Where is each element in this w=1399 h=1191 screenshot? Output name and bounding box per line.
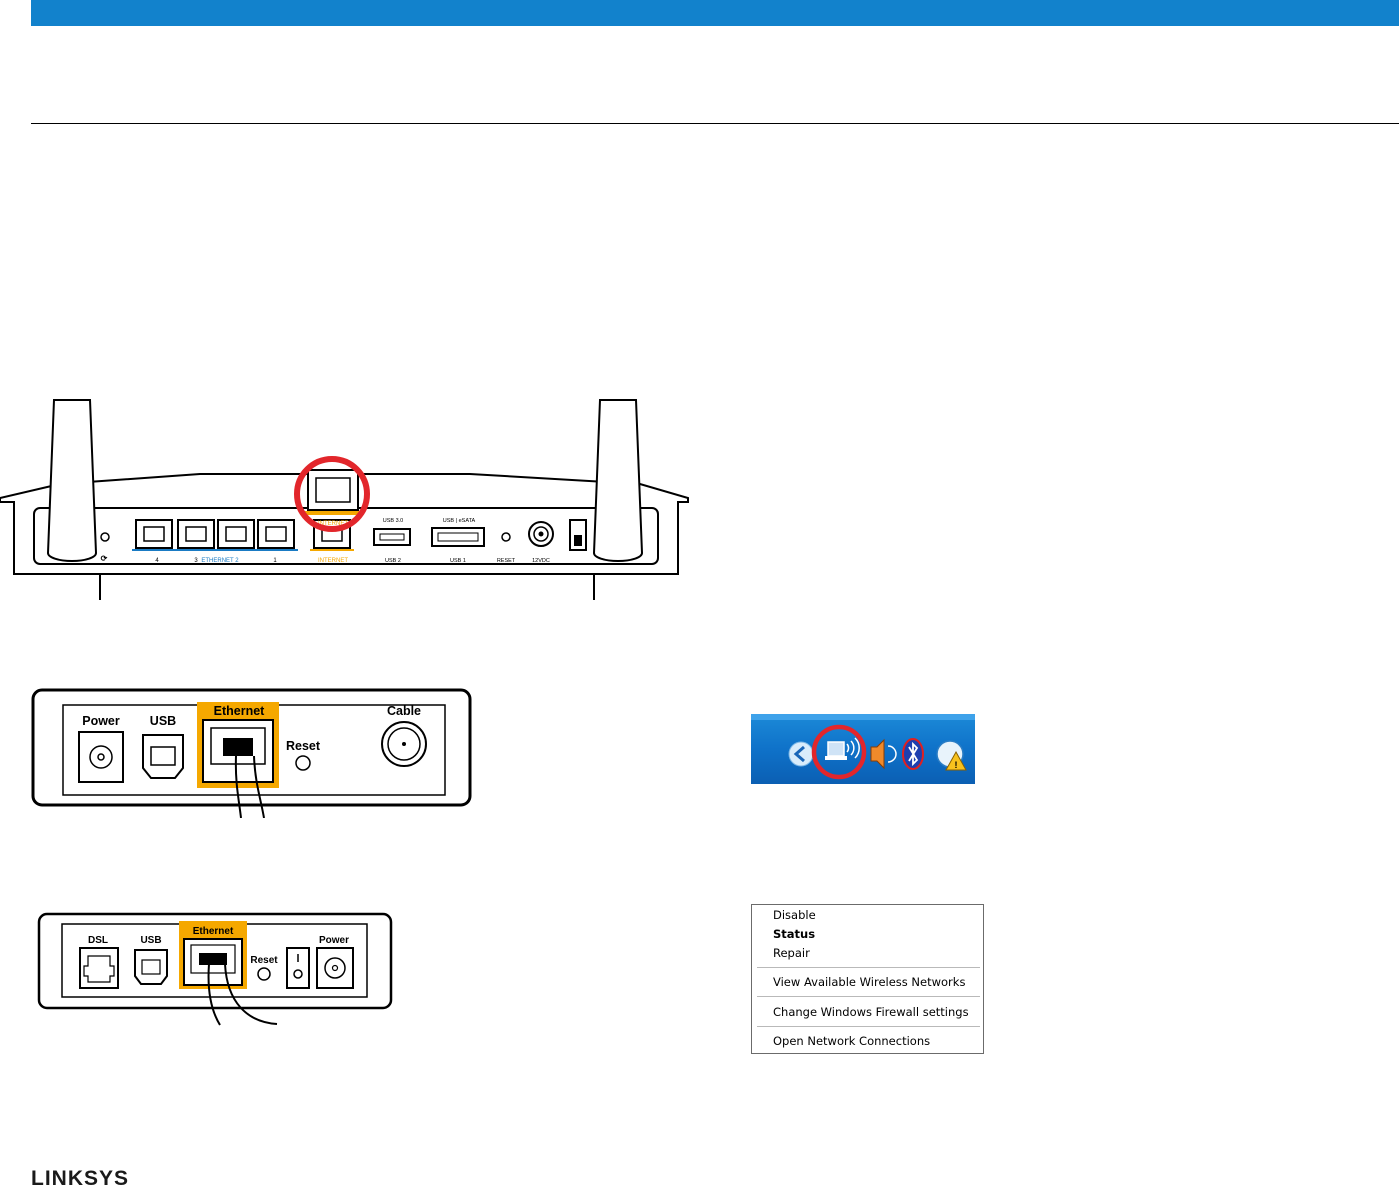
menu-separator bbox=[757, 996, 980, 997]
menu-item-open-connections[interactable]: Open Network Connections bbox=[773, 1034, 930, 1048]
dsl-label: DSL bbox=[88, 935, 108, 946]
power-jack-icon bbox=[316, 947, 354, 989]
menu-separator bbox=[757, 967, 980, 968]
reset-button-icon bbox=[295, 755, 311, 771]
power-label: 12VDC bbox=[532, 558, 550, 564]
reset-button-icon bbox=[257, 967, 271, 981]
usb-label: USB bbox=[150, 714, 176, 728]
usb-port-icon bbox=[373, 528, 411, 546]
usb1-label: USB 1 bbox=[450, 558, 466, 564]
esata-label: USB | eSATA bbox=[443, 518, 476, 524]
system-tray-screenshot: ! bbox=[751, 714, 975, 784]
reset-label: Reset bbox=[250, 955, 278, 966]
linksys-logo: LINKSYS bbox=[31, 1167, 130, 1190]
esata-port-icon bbox=[431, 527, 485, 547]
svg-text:⟳: ⟳ bbox=[101, 554, 108, 563]
menu-item-repair[interactable]: Repair bbox=[773, 946, 810, 960]
ethernet-label: Ethernet bbox=[193, 926, 234, 937]
usb2-label: USB 2 bbox=[385, 558, 401, 564]
power-jack-icon bbox=[78, 731, 124, 783]
network-context-menu: Disable Status Repair View Available Wir… bbox=[751, 904, 984, 1054]
back-arrow-icon[interactable] bbox=[788, 741, 814, 767]
cable-label: Cable bbox=[387, 704, 421, 718]
svg-text:!: ! bbox=[955, 760, 958, 770]
bluetooth-icon[interactable] bbox=[902, 738, 924, 770]
menu-item-firewall[interactable]: Change Windows Firewall settings bbox=[773, 1005, 969, 1019]
usb-label: USB bbox=[140, 935, 161, 946]
header-divider bbox=[31, 123, 1399, 124]
menu-item-disable[interactable]: Disable bbox=[773, 908, 816, 922]
usb3-label: USB 3.0 bbox=[383, 518, 403, 524]
ethernet-group-label: ETHERNET 2 bbox=[201, 558, 239, 564]
menu-separator bbox=[757, 1026, 980, 1027]
power-label: Power bbox=[82, 714, 120, 728]
wps-button-icon bbox=[100, 532, 110, 542]
reset-label: RESET bbox=[497, 558, 516, 564]
router-back-panel-illustration: ⟳ 4 3 ETHERNET 2 1 INTERNET INTERNET USB… bbox=[0, 399, 689, 600]
ethernet-label: Ethernet bbox=[214, 704, 266, 718]
dsl-modem-illustration: DSL USB Ethernet Reset Power bbox=[37, 912, 393, 1026]
ethernet-ports bbox=[135, 519, 295, 549]
usb-port-icon bbox=[142, 734, 184, 779]
cable-modem-illustration: Power USB Ethernet Reset Cable bbox=[31, 688, 472, 818]
menu-item-status[interactable]: Status bbox=[773, 927, 815, 941]
reset-button-icon bbox=[501, 532, 511, 542]
top-accent-bar bbox=[31, 0, 1399, 26]
internet-port-label: INTERNET bbox=[318, 558, 348, 564]
menu-item-view-wireless[interactable]: View Available Wireless Networks bbox=[773, 975, 965, 989]
power-label: Power bbox=[319, 935, 349, 946]
reset-label: Reset bbox=[286, 739, 321, 753]
usb-port-icon bbox=[134, 949, 168, 985]
